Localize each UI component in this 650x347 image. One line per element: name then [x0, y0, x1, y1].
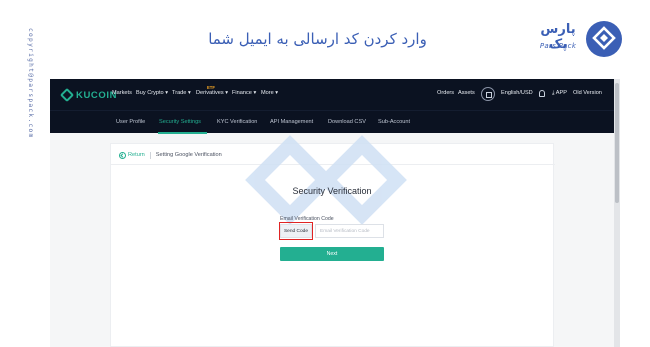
logo-text-en: Pars Pack	[539, 42, 577, 50]
tutorial-page: copyright@parspack.com وارد کردن کد ارسا…	[0, 0, 650, 347]
form-layer: Security Verification Email Verification…	[50, 79, 620, 347]
parspack-logo: پارس پک Pars Pack	[533, 18, 625, 60]
page-title: وارد کردن کد ارسالی به ایمیل شما	[208, 30, 427, 48]
next-button[interactable]: Next	[280, 247, 384, 261]
parspack-logo-icon	[586, 21, 622, 57]
security-verification-title: Security Verification	[292, 186, 372, 196]
email-code-input[interactable]: Email Verification Code	[315, 224, 384, 238]
copyright-text: copyright@parspack.com	[27, 28, 34, 139]
send-code-highlight	[279, 222, 313, 240]
